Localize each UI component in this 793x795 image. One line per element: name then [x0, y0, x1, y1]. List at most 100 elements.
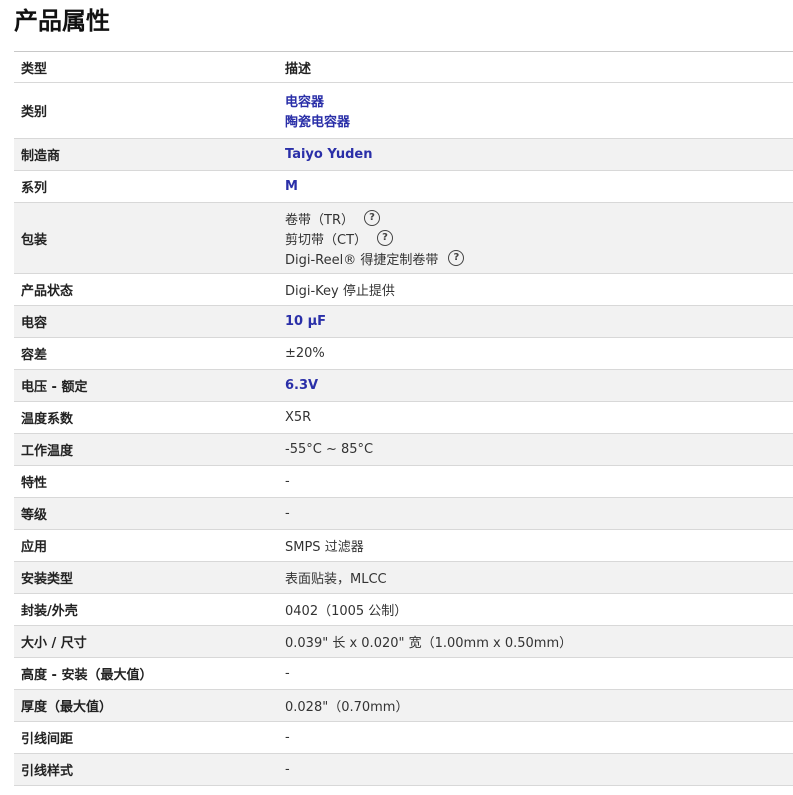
attribute-link[interactable]: Taiyo Yuden	[285, 147, 372, 162]
value-line: X5R	[285, 408, 793, 428]
attribute-label: 电容	[21, 316, 48, 331]
attribute-value-text: -	[285, 506, 290, 521]
table-row: 特性 -	[14, 466, 793, 498]
value-line: Taiyo Yuden	[285, 145, 793, 165]
attribute-link[interactable]: 6.3V	[285, 378, 318, 393]
attribute-label: 大小 / 尺寸	[21, 636, 87, 651]
attribute-value-text: 0.028"（0.70mm）	[285, 700, 409, 715]
attribute-value-text: 表面贴装，MLCC	[285, 572, 387, 587]
attribute-link[interactable]: 陶瓷电容器	[285, 111, 350, 130]
help-icon[interactable]: ?	[363, 210, 380, 226]
attribute-value: -	[285, 760, 793, 780]
attribute-value: 10 µF	[285, 312, 793, 332]
attribute-label: 容差	[21, 348, 48, 363]
attribute-value: 6.3V	[285, 376, 793, 396]
table-row: 产品状态 Digi-Key 停止提供	[14, 274, 793, 306]
help-icon[interactable]: ?	[377, 230, 394, 246]
product-attributes-page: 产品属性 类型 描述 类别 电容器 陶瓷电容器制造商 Taiyo Yuden 系列 M 包装…	[0, 0, 793, 795]
attribute-value-text: -	[285, 474, 290, 489]
table-header-row: 类型 描述	[14, 52, 793, 83]
help-icon[interactable]: ?	[448, 250, 465, 266]
attribute-value-text: ±20%	[285, 346, 325, 361]
table-row: 制造商 Taiyo Yuden	[14, 139, 793, 171]
attributes-table: 类型 描述 类别 电容器 陶瓷电容器制造商 Taiyo Yuden 系列 M 包装 卷带（TR…	[14, 51, 793, 786]
attribute-label: 等级	[21, 508, 48, 523]
attribute-value: ±20%	[285, 344, 793, 364]
attribute-label: 安装类型	[21, 572, 74, 587]
table-row: 系列 M	[14, 171, 793, 203]
value-line: 电容器	[285, 91, 793, 111]
attribute-value-text: 剪切带（CT）	[285, 232, 368, 248]
table-row: 容差 ±20%	[14, 338, 793, 370]
attribute-label: 特性	[21, 476, 48, 491]
table-row: 高度 - 安装（最大值） -	[14, 658, 793, 690]
attribute-link[interactable]: M	[285, 179, 298, 194]
attribute-value: X5R	[285, 408, 793, 428]
attribute-value: 0.039" 长 x 0.020" 宽（1.00mm x 0.50mm）	[285, 632, 793, 652]
attribute-label: 温度系数	[21, 412, 74, 427]
attribute-label: 类别	[21, 105, 48, 120]
table-row: 包装 卷带（TR）? 剪切带（CT）? Digi-Reel® 得捷定制卷带?	[14, 203, 793, 274]
value-line: 10 µF	[285, 312, 793, 332]
attribute-value-text: Digi-Reel® 得捷定制卷带	[285, 252, 439, 268]
value-line: 0.039" 长 x 0.020" 宽（1.00mm x 0.50mm）	[285, 632, 793, 652]
attribute-value: M	[285, 177, 793, 197]
attribute-value: SMPS 过滤器	[285, 536, 793, 556]
table-row: 工作温度 -55°C ~ 85°C	[14, 434, 793, 466]
attribute-value-text: -	[285, 762, 290, 777]
value-line: ±20%	[285, 344, 793, 364]
value-line: -55°C ~ 85°C	[285, 440, 793, 460]
attribute-value-text: -	[285, 666, 290, 681]
table-row: 封装/外壳 0402（1005 公制）	[14, 594, 793, 626]
attribute-link[interactable]: 电容器	[285, 91, 324, 110]
table-row: 电压 - 额定 6.3V	[14, 370, 793, 402]
attribute-value: -	[285, 664, 793, 684]
attribute-value: -	[285, 472, 793, 492]
attribute-link[interactable]: 10 µF	[285, 314, 326, 329]
value-line: -	[285, 664, 793, 684]
attribute-value-text: SMPS 过滤器	[285, 540, 364, 555]
attribute-value: Digi-Key 停止提供	[285, 280, 793, 300]
value-line: 0402（1005 公制）	[285, 600, 793, 620]
attribute-label: 制造商	[21, 149, 61, 164]
value-line: 0.028"（0.70mm）	[285, 696, 793, 716]
table-row: 类别 电容器 陶瓷电容器	[14, 83, 793, 139]
attribute-label: 产品状态	[21, 284, 74, 299]
attribute-value: -	[285, 504, 793, 524]
attribute-value-text: Digi-Key 停止提供	[285, 284, 395, 299]
attribute-value: 卷带（TR）? 剪切带（CT）? Digi-Reel® 得捷定制卷带?	[285, 208, 793, 268]
value-line: 陶瓷电容器	[285, 111, 793, 131]
attribute-value-text: 0402（1005 公制）	[285, 604, 408, 619]
attribute-label: 电压 - 额定	[21, 380, 88, 395]
value-line: -	[285, 472, 793, 492]
table-row: 等级 -	[14, 498, 793, 530]
attribute-value: 0.028"（0.70mm）	[285, 696, 793, 716]
value-line: 卷带（TR）?	[285, 208, 793, 228]
attribute-label: 包装	[21, 232, 48, 248]
attribute-label: 工作温度	[21, 444, 74, 459]
attribute-label: 引线样式	[21, 764, 74, 779]
value-line: Digi-Reel® 得捷定制卷带?	[285, 248, 793, 268]
value-line: -	[285, 504, 793, 524]
attribute-value-text: -55°C ~ 85°C	[285, 442, 374, 457]
attribute-value: -55°C ~ 85°C	[285, 440, 793, 460]
attribute-value: 电容器 陶瓷电容器	[285, 91, 793, 131]
attribute-value-text: 0.039" 长 x 0.020" 宽（1.00mm x 0.50mm）	[285, 636, 573, 651]
table-row: 引线样式 -	[14, 754, 793, 786]
table-row: 温度系数 X5R	[14, 402, 793, 434]
attribute-value: 表面贴装，MLCC	[285, 568, 793, 588]
value-line: 表面贴装，MLCC	[285, 568, 793, 588]
value-line: SMPS 过滤器	[285, 536, 793, 556]
value-line: 剪切带（CT）?	[285, 228, 793, 248]
attribute-label: 封装/外壳	[21, 604, 78, 619]
attribute-value: Taiyo Yuden	[285, 145, 793, 165]
table-row: 大小 / 尺寸 0.039" 长 x 0.020" 宽（1.00mm x 0.50…	[14, 626, 793, 658]
attribute-label: 系列	[21, 181, 48, 196]
attribute-label: 应用	[21, 540, 48, 555]
value-line: 6.3V	[285, 376, 793, 396]
value-line: -	[285, 760, 793, 780]
attribute-label: 厚度（最大值）	[21, 700, 113, 715]
header-type-label: 类型	[21, 61, 48, 77]
page-title: 产品属性	[14, 7, 110, 35]
table-row: 厚度（最大值） 0.028"（0.70mm）	[14, 690, 793, 722]
